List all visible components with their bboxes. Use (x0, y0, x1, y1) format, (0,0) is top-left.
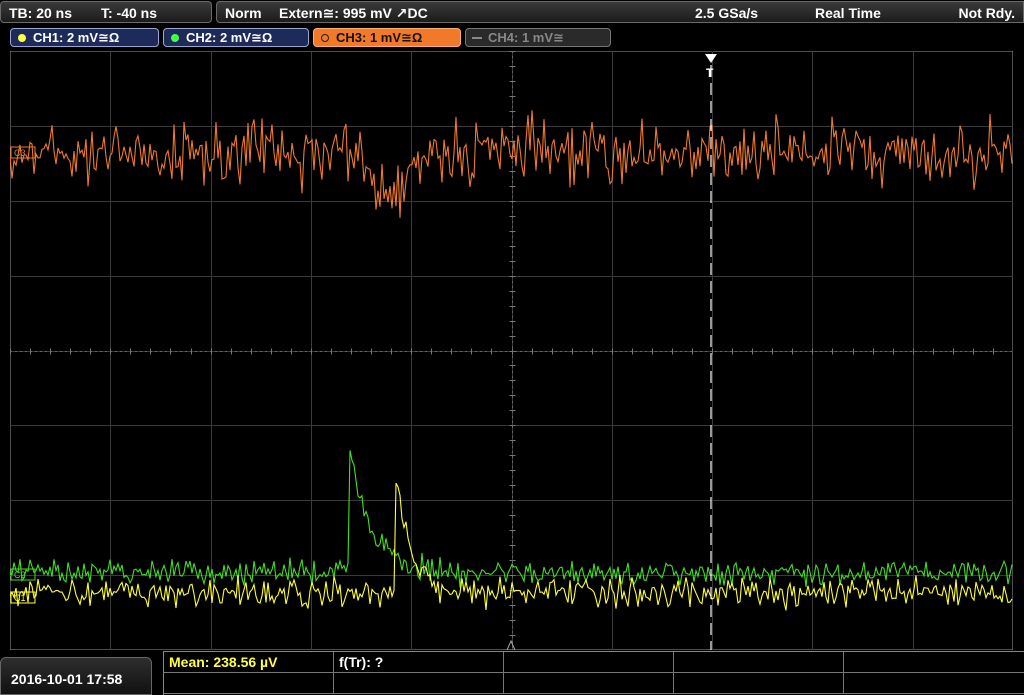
trigger-mode-label: Norm (225, 5, 262, 21)
svg-text:C2: C2 (14, 570, 26, 580)
svg-text:C3: C3 (14, 148, 26, 158)
ch1-label: CH1: 2 mV≅Ω (33, 30, 120, 45)
measurement-slot[interactable] (334, 673, 504, 694)
datetime-label: 2016-10-01 17:58 (11, 671, 123, 687)
ready-status-label: Not Rdy. (958, 5, 1015, 21)
trigger-source-label: Extern≅: 995 mV ↗DC (279, 5, 428, 21)
measurement-panel[interactable]: Mean: 238.56 µV f(Tr): ? (163, 651, 1024, 695)
ch2-label: CH2: 2 mV≅Ω (186, 30, 273, 45)
ch4-disabled-icon (472, 37, 482, 39)
timebase-label: TB: 20 ns (9, 5, 73, 21)
trigger-marker-label: T (706, 66, 714, 80)
timebase-panel[interactable]: TB: 20 ns T: -40 ns (0, 1, 212, 23)
measurement-slot[interactable] (504, 673, 674, 694)
status-bar: TB: 20 ns T: -40 ns Norm Extern≅: 995 mV… (0, 0, 1024, 24)
svg-text:C1: C1 (14, 593, 26, 603)
channel-tab-ch2[interactable]: CH2: 2 mV≅Ω (163, 28, 309, 47)
waveform-display[interactable]: T C3 C2 C1 (10, 51, 1013, 650)
channel-tab-ch3[interactable]: CH3: 1 mV≅Ω (313, 28, 461, 47)
channel-tab-ch1[interactable]: CH1: 2 mV≅Ω (10, 28, 159, 47)
datetime-panel[interactable]: 2016-10-01 17:58 (0, 657, 152, 695)
ch3-indicator-icon (321, 34, 329, 42)
acquisition-mode-label: Real Time (815, 5, 881, 21)
trigger-time-label: T: -40 ns (101, 5, 158, 21)
ch1-indicator-icon (18, 34, 26, 42)
measurement-slot[interactable] (844, 673, 1024, 694)
measurement-slot[interactable] (674, 673, 844, 694)
measurement-slot[interactable] (844, 652, 1024, 673)
acquisition-panel[interactable]: Norm Extern≅: 995 mV ↗DC 2.5 GSa/s Real … (216, 1, 1024, 23)
measurement-slot[interactable] (504, 652, 674, 673)
mean-measurement[interactable]: Mean: 238.56 µV (164, 652, 334, 673)
ftr-measurement[interactable]: f(Tr): ? (334, 652, 504, 673)
channel-tab-ch4[interactable]: CH4: 1 mV≅ (465, 28, 611, 47)
measurement-slot[interactable] (674, 652, 844, 673)
ch2-indicator-icon (171, 34, 179, 42)
ch3-label: CH3: 1 mV≅Ω (336, 30, 423, 45)
sample-rate-label: 2.5 GSa/s (695, 5, 759, 21)
ch4-label: CH4: 1 mV≅ (488, 30, 564, 45)
measurement-slot[interactable] (164, 673, 334, 694)
